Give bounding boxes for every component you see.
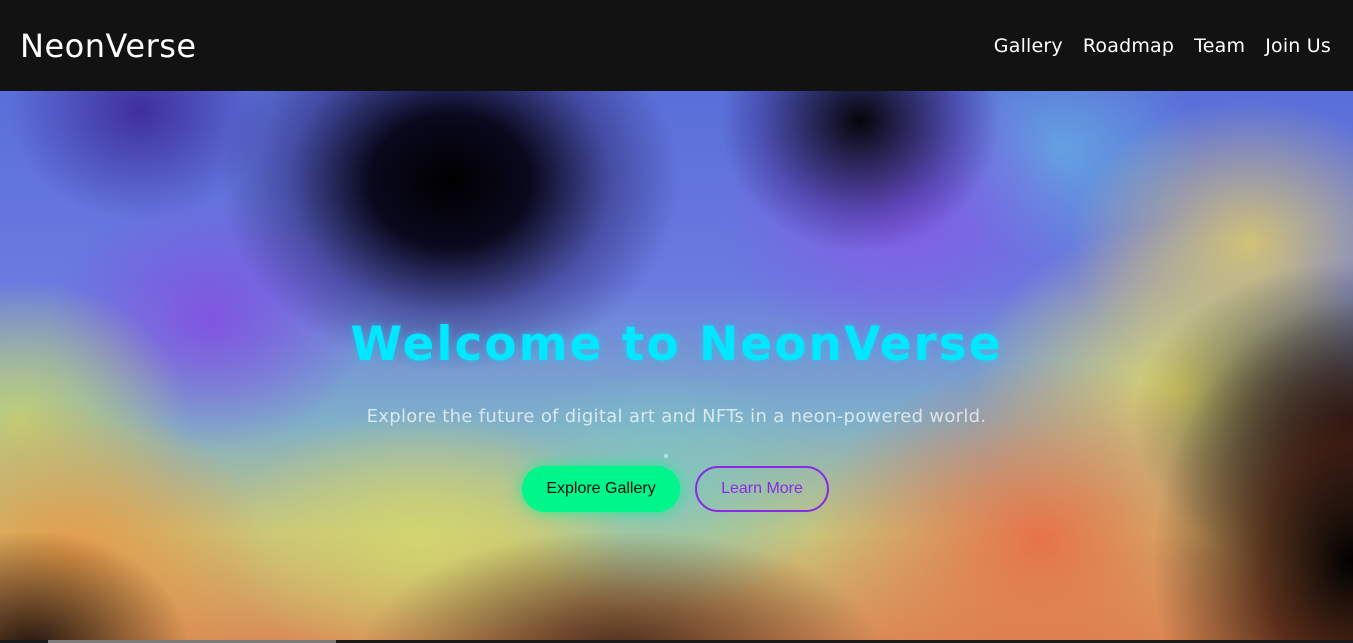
nav-link-gallery[interactable]: Gallery: [994, 35, 1063, 57]
learn-more-button[interactable]: Learn More: [695, 466, 829, 512]
brand-logo[interactable]: NeonVerse: [20, 27, 197, 65]
sparkle-decoration: [664, 454, 668, 458]
nav-link-join-us[interactable]: Join Us: [1265, 35, 1331, 57]
hero-title: Welcome to NeonVerse: [350, 317, 1003, 372]
explore-gallery-button[interactable]: Explore Gallery: [522, 466, 680, 512]
hero-section: Welcome to NeonVerse Explore the future …: [0, 91, 1353, 643]
nav-item-gallery: Gallery: [994, 35, 1063, 57]
nav-link-team[interactable]: Team: [1194, 35, 1245, 57]
hero-subtitle: Explore the future of digital art and NF…: [366, 406, 987, 427]
navbar: NeonVerse Gallery Roadmap Team Join Us: [0, 0, 1353, 91]
nav-item-join-us: Join Us: [1265, 35, 1331, 57]
nav-item-team: Team: [1194, 35, 1245, 57]
nav-item-roadmap: Roadmap: [1083, 35, 1174, 57]
nav-link-roadmap[interactable]: Roadmap: [1083, 35, 1174, 57]
hero-content: Welcome to NeonVerse Explore the future …: [0, 91, 1353, 643]
nav-links: Gallery Roadmap Team Join Us: [994, 35, 1331, 57]
